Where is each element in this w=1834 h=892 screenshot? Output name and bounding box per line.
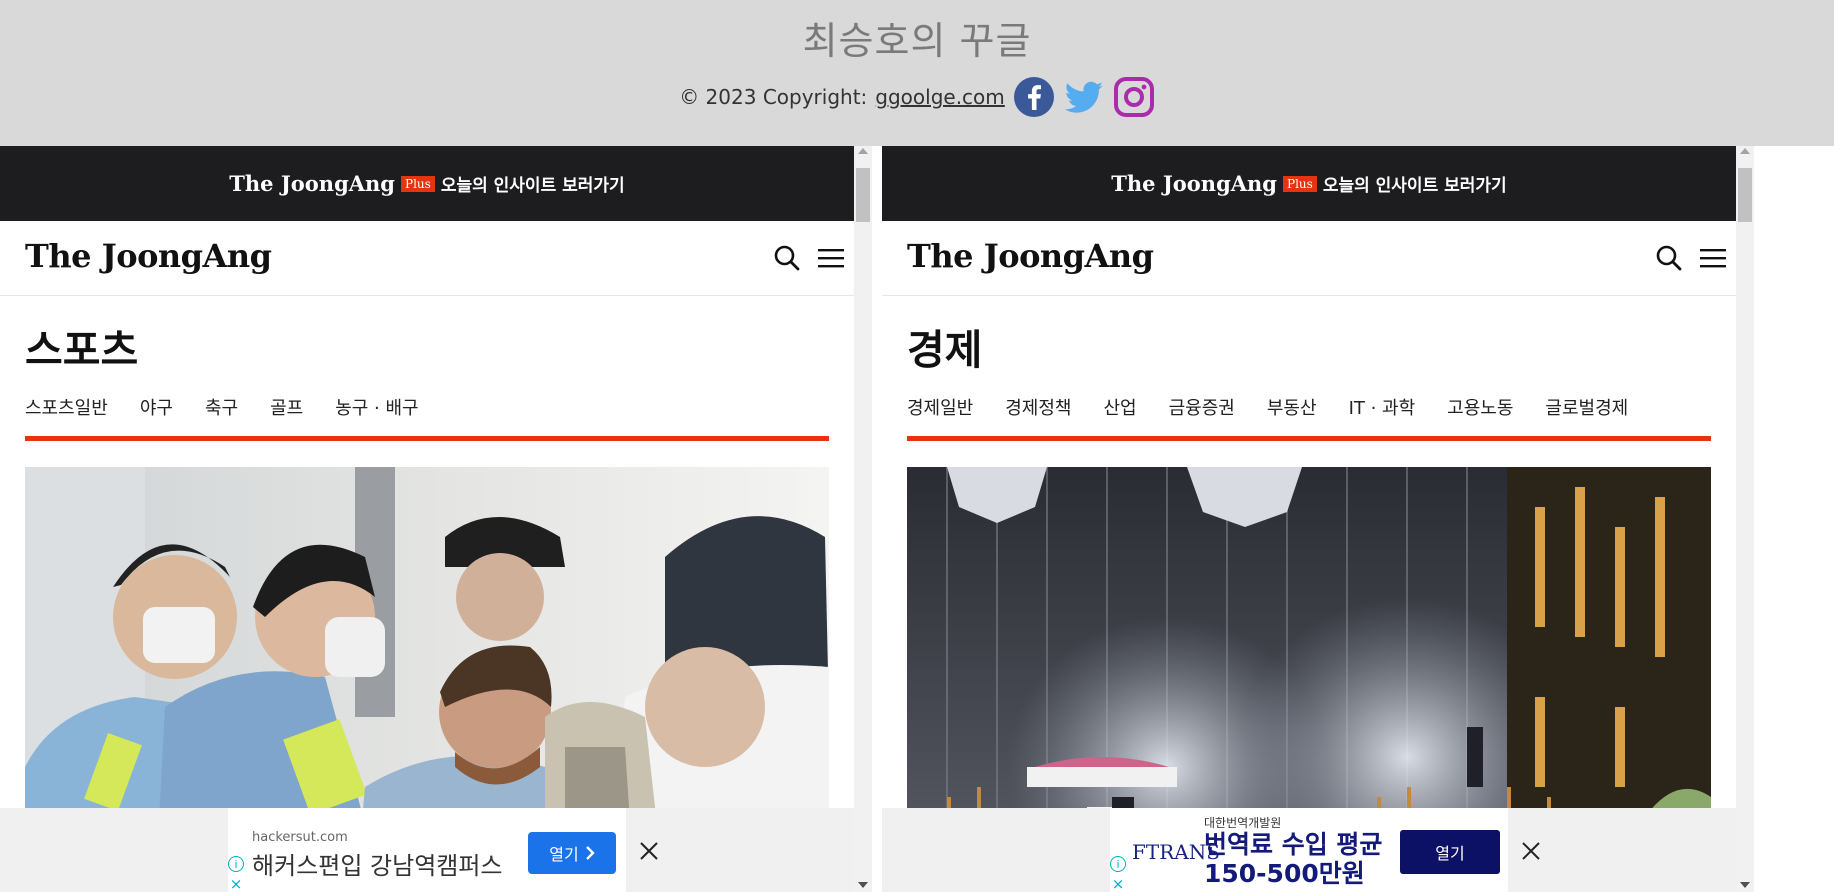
scrollbar-thumb[interactable] [1738, 168, 1752, 222]
ad-open-button[interactable]: 열기 [1400, 830, 1500, 874]
ad-choices-close-icon[interactable]: × [1110, 876, 1126, 892]
site-title: 최승호의 꾸글 [802, 19, 1032, 63]
scroll-up-arrow-icon[interactable] [858, 148, 868, 154]
copyright-row: © 2023 Copyright: ggoolge.com [0, 76, 1834, 118]
scroll-down-arrow-icon[interactable] [1740, 882, 1750, 888]
ad-info-icon[interactable]: i [1110, 856, 1126, 872]
section-divider [907, 436, 1711, 441]
subnav-item[interactable]: 산업 [1104, 394, 1137, 420]
scroll-down-arrow-icon[interactable] [858, 882, 868, 888]
close-icon[interactable] [1520, 840, 1542, 862]
section-subnav: 스포츠일반 야구 축구 골프 농구 · 배구 [25, 394, 419, 420]
copyright-text: © 2023 Copyright: [679, 85, 868, 109]
section-title: 스포츠 [25, 326, 139, 374]
embedded-page-economy[interactable]: The JoongAng Plus 오늘의 인사이트 보러가기 The Joon… [882, 146, 1754, 892]
ad-bar: 대한번역개발원 FTRANS 번역료 수입 평균 150-500만원 열기 i … [882, 808, 1736, 892]
site-logo[interactable]: The JoongAng [907, 237, 1154, 275]
ad-open-label: 열기 [1435, 844, 1465, 863]
ad-domain: hackersut.com [252, 830, 348, 845]
promo-brand: The JoongAng [1111, 171, 1277, 196]
site-logo[interactable]: The JoongAng [25, 237, 272, 275]
ad-bar: hackersut.com 해커스편입 강남역캠퍼스 열기 i × [0, 808, 854, 892]
twitter-icon[interactable] [1063, 76, 1105, 118]
subnav-item[interactable]: 스포츠일반 [25, 394, 108, 420]
scroll-up-arrow-icon[interactable] [1740, 148, 1750, 154]
ad-headline: 해커스편입 강남역캠퍼스 [252, 852, 503, 880]
instagram-icon[interactable] [1113, 76, 1155, 118]
scrollbar-thumb[interactable] [856, 168, 870, 222]
ad-open-label: 열기 [549, 845, 579, 864]
subnav-item[interactable]: 골프 [270, 394, 303, 420]
search-icon[interactable] [1654, 243, 1684, 273]
page-content: The JoongAng Plus 오늘의 인사이트 보러가기 The Joon… [882, 146, 1736, 892]
subnav-item[interactable]: 글로벌경제 [1545, 394, 1628, 420]
ad-info-icon[interactable]: i [228, 856, 244, 872]
subnav-item[interactable]: 고용노동 [1447, 394, 1513, 420]
ad-headline-line: 번역료 수입 평균 [1204, 830, 1383, 859]
page-content: The JoongAng Plus 오늘의 인사이트 보러가기 The Joon… [0, 146, 854, 892]
site-link[interactable]: ggoolge.com [875, 85, 1005, 109]
section-subnav: 경제일반 경제정책 산업 금융증권 부동산 IT · 과학 고용노동 글로벌경제 [907, 394, 1628, 420]
ad-headline-line: 150-500만원 [1204, 859, 1365, 888]
plus-badge: Plus [1283, 175, 1317, 192]
embedded-page-sports[interactable]: The JoongAng Plus 오늘의 인사이트 보러가기 The Joon… [0, 146, 872, 892]
subnav-item[interactable]: 경제정책 [1005, 394, 1071, 420]
promo-banner[interactable]: The JoongAng Plus 오늘의 인사이트 보러가기 [0, 146, 854, 221]
subnav-item[interactable]: 야구 [140, 394, 173, 420]
promo-text: 오늘의 인사이트 보러가기 [1322, 176, 1507, 196]
ad-advertiser: 대한번역개발원 [1204, 816, 1282, 830]
chevron-right-icon [585, 846, 595, 860]
masthead: The JoongAng [0, 221, 854, 296]
hamburger-menu-icon[interactable] [1696, 243, 1730, 273]
ad-headline: 번역료 수입 평균 150-500만원 [1204, 830, 1382, 888]
scrollbar[interactable] [854, 146, 872, 892]
promo-text: 오늘의 인사이트 보러가기 [440, 176, 625, 196]
section-title: 경제 [907, 326, 983, 374]
ad-open-button[interactable]: 열기 [528, 832, 616, 874]
close-icon[interactable] [638, 840, 660, 862]
subnav-item[interactable]: 농구 · 배구 [335, 394, 418, 420]
facebook-icon[interactable] [1013, 76, 1055, 118]
scrollbar[interactable] [1736, 146, 1754, 892]
subnav-item[interactable]: 금융증권 [1169, 394, 1235, 420]
subnav-item[interactable]: 축구 [205, 394, 238, 420]
masthead: The JoongAng [882, 221, 1736, 296]
promo-brand: The JoongAng [229, 171, 395, 196]
hamburger-menu-icon[interactable] [814, 243, 848, 273]
plus-badge: Plus [401, 175, 435, 192]
ad-banner[interactable]: hackersut.com 해커스편입 강남역캠퍼스 열기 i × [228, 808, 626, 892]
section-divider [25, 436, 829, 441]
ad-choices-close-icon[interactable]: × [228, 876, 244, 892]
ad-banner[interactable]: 대한번역개발원 FTRANS 번역료 수입 평균 150-500만원 열기 i … [1110, 808, 1508, 892]
subnav-item[interactable]: 경제일반 [907, 394, 973, 420]
subnav-item[interactable]: 부동산 [1267, 394, 1317, 420]
site-header: 최승호의 꾸글 © 2023 Copyright: ggoolge.com [0, 0, 1834, 146]
subnav-item[interactable]: IT · 과학 [1349, 394, 1416, 420]
search-icon[interactable] [772, 243, 802, 273]
promo-banner[interactable]: The JoongAng Plus 오늘의 인사이트 보러가기 [882, 146, 1736, 221]
